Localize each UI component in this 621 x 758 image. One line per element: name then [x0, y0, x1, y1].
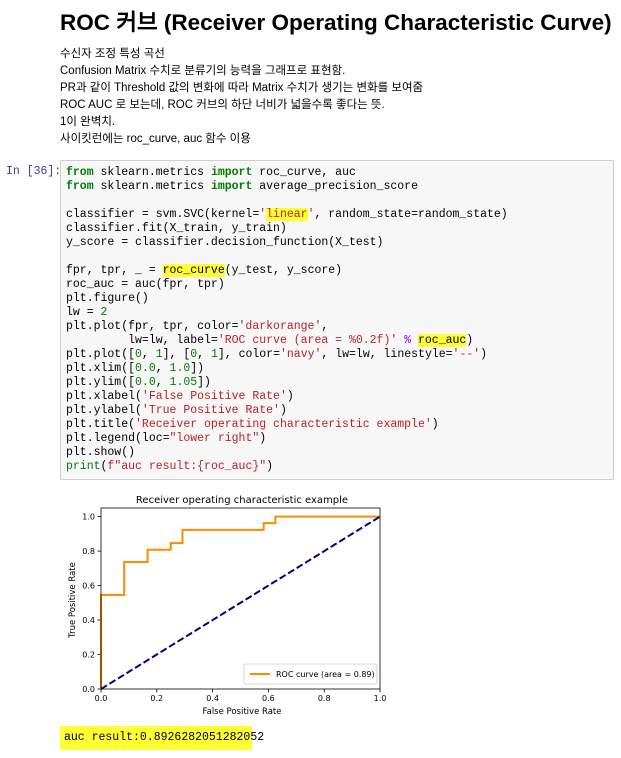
x-tick-label: 1.0 [374, 694, 387, 703]
x-tick-label: 0.8 [318, 694, 331, 703]
legend-label: ROC curve (area = 0.89) [276, 670, 375, 679]
roc-chart-svg: Receiver operating characteristic exampl… [68, 495, 387, 717]
chart-title: Receiver operating characteristic exampl… [136, 495, 348, 506]
markdown-line: 사이킷런에는 roc_curve, auc 함수 이용 [60, 133, 251, 145]
roc-plot: Receiver operating characteristic exampl… [62, 490, 392, 723]
y-tick-label: 0.8 [82, 547, 95, 556]
cell-output: auc result:0.8926282051282052 [60, 726, 264, 750]
y-tick-label: 1.0 [82, 513, 95, 522]
x-tick-label: 0.4 [206, 694, 219, 703]
markdown-line: PR과 같이 Threshold 값의 변화에 따라 Matrix 수치가 생기… [60, 82, 424, 94]
markdown-line: 수신자 조정 특성 곡선 [60, 48, 165, 60]
markdown-title: ROC 커브 (Receiver Operating Characteristi… [60, 10, 612, 35]
code-cell-editor[interactable]: from sklearn.metrics import roc_curve, a… [60, 160, 614, 480]
markdown-body: 수신자 조정 특성 곡선 Confusion Matrix 수치로 분류기의 능… [60, 46, 615, 148]
markdown-line: 1이 완벽치. [60, 116, 116, 128]
x-tick-label: 0.2 [150, 694, 163, 703]
code-text: from sklearn.metrics import roc_curve, a… [66, 166, 508, 473]
x-axis-label: False Positive Rate [203, 707, 282, 717]
axes-frame [100, 507, 381, 690]
plot-area: 0.0 0.2 0.4 0.6 0.8 1.0 0.0 0.2 0.4 0.6 0.8 1.0 ROC … [82, 507, 387, 703]
y-axis-label: True Positive Rate [68, 562, 78, 639]
y-tick-label: 0.2 [82, 651, 95, 660]
x-tick-label: 0.6 [262, 694, 275, 703]
markdown-line: Confusion Matrix 수치로 분류기의 능력을 그래프로 표현함. [60, 65, 346, 77]
markdown-line: ROC AUC 로 보는데, ROC 커브의 하단 너비가 넓을수록 좋다는 뜻… [60, 99, 385, 111]
y-tick-label: 0.6 [82, 582, 95, 591]
markdown-cell: ROC 커브 (Receiver Operating Characteristi… [60, 8, 615, 148]
x-tick-label: 0.0 [95, 694, 108, 703]
y-tick-label: 0.0 [82, 685, 95, 694]
y-tick-label: 0.4 [82, 616, 95, 625]
cell-prompt: In [36]: [6, 165, 62, 178]
diagonal-reference-line [100, 515, 381, 690]
